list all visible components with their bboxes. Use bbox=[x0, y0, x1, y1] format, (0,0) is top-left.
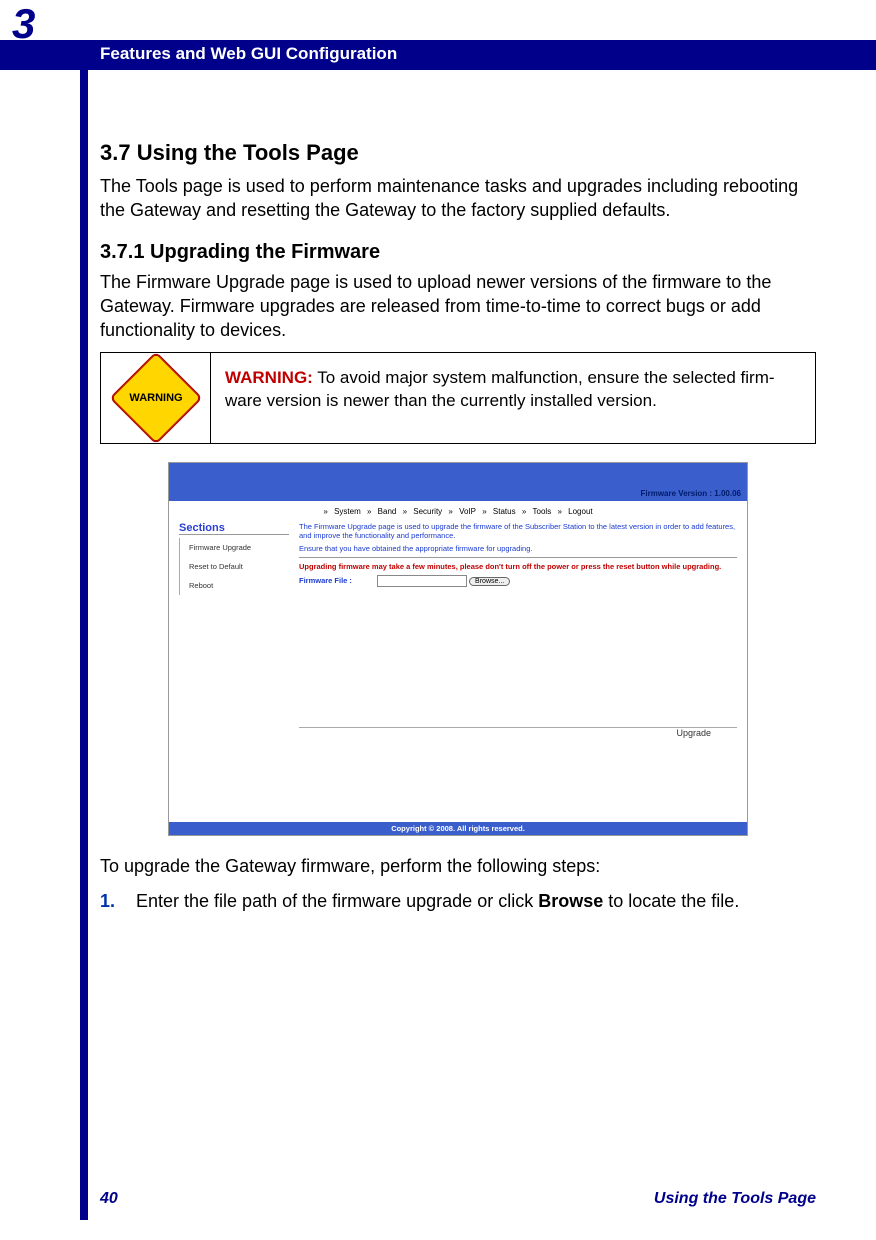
nav-item[interactable]: Security bbox=[413, 507, 442, 516]
shot-sections-label: Sections bbox=[179, 522, 289, 535]
upgrade-button[interactable]: Upgrade bbox=[299, 727, 737, 738]
firmware-file-input[interactable] bbox=[377, 575, 467, 587]
nav-item[interactable]: Tools bbox=[533, 507, 552, 516]
warning-icon: WARNING bbox=[109, 352, 202, 445]
shot-header: Firmware Version : 1.00.06 bbox=[169, 463, 747, 501]
page-number: 40 bbox=[100, 1190, 118, 1208]
shot-firmware-version: Firmware Version : 1.00.06 bbox=[641, 489, 742, 498]
firmware-upgrade-screenshot: Firmware Version : 1.00.06 » System » Ba… bbox=[168, 462, 748, 836]
step-1: Enter the file path of the firmware upgr… bbox=[100, 889, 816, 913]
shot-desc2: Ensure that you have obtained the approp… bbox=[299, 544, 737, 553]
shot-red-note: Upgrading firmware may take a few minute… bbox=[299, 562, 737, 571]
step-1-text-b: to locate the file. bbox=[603, 891, 739, 911]
nav-item[interactable]: System bbox=[334, 507, 361, 516]
warning-text: WARNING: To avoid major system malfuncti… bbox=[211, 353, 815, 443]
shot-file-label: Firmware File : bbox=[299, 576, 352, 585]
section-heading: 3.7 Using the Tools Page bbox=[100, 140, 816, 166]
subsection-intro: The Firmware Upgrade page is used to upl… bbox=[100, 270, 816, 343]
step-1-bold: Browse bbox=[538, 891, 603, 911]
sidebar-item-reset-default[interactable]: Reset to Default bbox=[186, 557, 289, 576]
warning-box: WARNING WARNING: To avoid major system m… bbox=[100, 352, 816, 444]
shot-copyright: Copyright © 2008. All rights reserved. bbox=[169, 822, 747, 835]
chapter-number: 3 bbox=[12, 0, 35, 48]
footer-title: Using the Tools Page bbox=[654, 1190, 816, 1208]
warning-prefix: WARNING: bbox=[225, 368, 313, 387]
vertical-rule bbox=[80, 40, 88, 1220]
nav-item[interactable]: VoIP bbox=[459, 507, 476, 516]
sidebar-item-firmware-upgrade[interactable]: Firmware Upgrade bbox=[186, 538, 289, 557]
section-intro: The Tools page is used to perform mainte… bbox=[100, 174, 816, 223]
warning-icon-label: WARNING bbox=[129, 392, 182, 404]
browse-button[interactable]: Browse... bbox=[469, 577, 510, 586]
shot-navbar: » System » Band » Security » VoIP » Stat… bbox=[169, 501, 747, 522]
step-1-text-a: Enter the file path of the firmware upgr… bbox=[136, 891, 538, 911]
shot-desc1: The Firmware Upgrade page is used to upg… bbox=[299, 522, 737, 540]
nav-item[interactable]: Logout bbox=[568, 507, 592, 516]
subsection-heading: 3.7.1 Upgrading the Firmware bbox=[100, 241, 816, 264]
nav-item[interactable]: Status bbox=[493, 507, 516, 516]
steps-intro: To upgrade the Gateway firmware, perform… bbox=[100, 854, 816, 878]
nav-item[interactable]: Band bbox=[378, 507, 397, 516]
warning-icon-cell: WARNING bbox=[101, 353, 211, 443]
header-title: Features and Web GUI Configuration bbox=[100, 44, 397, 64]
sidebar-item-reboot[interactable]: Reboot bbox=[186, 576, 289, 595]
